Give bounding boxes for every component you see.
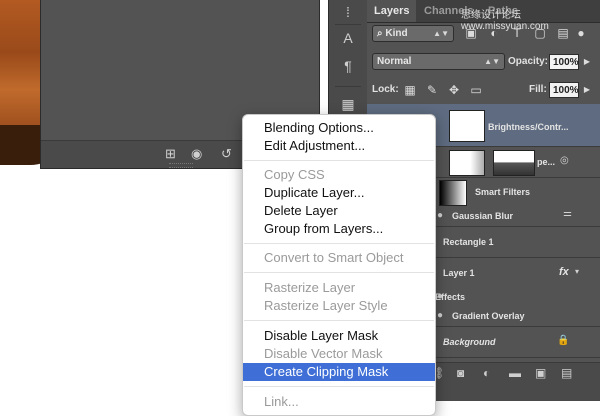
new-layer-icon[interactable]: ▣ [535,366,546,380]
menu-item-create-clipping-mask[interactable]: Create Clipping Mask [243,363,435,381]
layer-name: Effects [435,292,466,302]
menu-item-group-from-layers[interactable]: Group from Layers... [243,220,435,238]
layer-mask-thumbnail[interactable] [449,110,485,142]
layer-mask-thumbnail [493,150,535,176]
menu-separator [244,272,434,273]
type-icon[interactable]: T [508,25,526,41]
menu-item-rasterize-layer-style: Rasterize Layer Style [264,298,388,313]
menu-item-copy-css: Copy CSS [264,167,325,182]
lock-label: Lock: [372,84,399,95]
context-menu: Blending Options... Edit Adjustment... C… [242,114,436,416]
eye-icon[interactable]: ● [437,310,443,321]
shape-icon[interactable]: ▢ [531,25,549,41]
fill-label: Fill: [529,84,547,95]
menu-item-convert-smart-object: Convert to Smart Object [264,250,404,265]
smart-object-badge-icon: ◎ [560,155,569,166]
lock-image-icon[interactable]: ✎ [423,82,441,98]
layer-name: Gradient Overlay [452,311,525,321]
lock-position-icon[interactable]: ✥ [445,82,463,98]
grip-icon[interactable]: ⁞ [338,2,358,22]
blend-mode-select[interactable]: Normal ▲▼ [372,53,505,70]
smart-object-icon[interactable]: ▤ [554,25,572,41]
opacity-label: Opacity: [508,56,549,67]
menu-item-duplicate-layer[interactable]: Duplicate Layer... [243,184,435,202]
mask-icon[interactable]: ◙ [457,366,464,380]
menu-item-delete-layer[interactable]: Delete Layer [243,202,435,220]
smart-filter-mask-thumbnail [439,180,467,206]
character-icon[interactable]: A [338,28,358,48]
menu-item-rasterize-layer: Rasterize Layer [264,280,356,295]
menu-item-link: Link... [264,394,299,409]
eye-icon[interactable]: ● [437,210,443,221]
layer-thumbnail [449,150,485,176]
menu-item-disable-vector-mask: Disable Vector Mask [264,346,383,361]
filter-toggle-icon[interactable]: ● [575,25,587,41]
fx-badge[interactable]: fx [559,266,569,278]
adjustment-icon[interactable]: ◐ [485,25,503,41]
fill-field[interactable]: 100% [549,82,579,98]
layer-name[interactable]: pe... [537,156,555,168]
chevron-down-icon[interactable]: ▾ [575,267,579,276]
grid-icon[interactable]: ▦ [338,94,358,114]
filter-kind-select[interactable]: ⌕ Kind ▲▼ [372,25,454,42]
layer-name: Rectangle 1 [443,237,494,247]
layer-name: Smart Filters [475,187,531,197]
menu-item-disable-layer-mask[interactable]: Disable Layer Mask [243,327,435,345]
lock-transparent-icon[interactable]: ▦ [401,82,419,98]
layer-name: Layer 1 [443,268,475,278]
layer-name: Gaussian Blur [452,211,514,221]
resize-grip[interactable] [169,163,193,168]
menu-separator [244,386,434,387]
tool-separator [335,24,361,25]
tool-separator [335,86,361,87]
filter-options-icon[interactable]: ⚌ [563,208,572,219]
reset-icon[interactable]: ↺ [221,147,232,161]
layer-name: Background [443,337,496,347]
panel-tab-bar: Layers Channels Paths 思缘设计论坛 www.missyua… [367,0,600,32]
chevron-down-icon: ▲▼ [484,57,500,66]
lock-icon: 🔒 [557,335,570,346]
layer-name[interactable]: Brightness/Contr... [488,121,569,133]
add-cell-icon[interactable]: ⊞ [165,147,176,161]
menu-item-blending-options[interactable]: Blending Options... [243,119,435,137]
trash-icon[interactable]: ▤ [561,366,572,380]
fill-arrow-icon[interactable]: ▶ [581,82,593,98]
eye-link-icon[interactable]: ◉ [191,147,202,161]
opacity-field[interactable]: 100% [549,54,579,70]
filter-kind-value: Kind [385,28,408,39]
menu-separator [244,243,434,244]
search-icon: ⌕ [377,28,383,39]
menu-separator [244,160,434,161]
folder-icon[interactable]: ▬ [509,366,521,380]
menu-item-edit-adjustment[interactable]: Edit Adjustment... [243,137,435,155]
tab-layers[interactable]: Layers [367,0,417,22]
opacity-arrow-icon[interactable]: ▶ [581,54,593,70]
menu-separator [244,320,434,321]
lock-all-icon[interactable]: ▭ [467,82,485,98]
chevron-down-icon: ▲▼ [433,29,449,38]
adjustment-layer-icon[interactable]: ◐ [483,366,490,380]
paragraph-icon[interactable]: ¶ [338,56,358,76]
image-icon[interactable]: ▣ [462,25,480,41]
blend-mode-value: Normal [377,56,412,67]
